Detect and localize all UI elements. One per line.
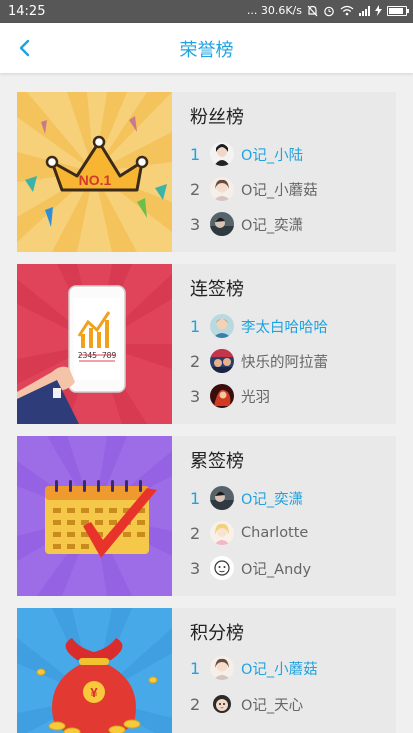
avatar (210, 656, 234, 680)
status-bar: 14:25 ... 30.6K/s (0, 0, 413, 23)
ranking-row[interactable]: 3 O记_奕潇 (190, 209, 303, 239)
avatar (210, 314, 234, 338)
yuan-symbol: ¥ (90, 685, 98, 700)
board-title: 连签榜 (190, 279, 244, 300)
notification-off-icon (307, 5, 318, 16)
ranking-row[interactable]: 1 O记_小陆 (190, 139, 303, 169)
rank-number: 1 (190, 144, 201, 164)
avatar (210, 142, 234, 166)
user-name: Charlotte (241, 525, 309, 541)
no1-badge-text: NO.1 (79, 172, 112, 188)
user-name: O记_天心 (241, 697, 304, 714)
wifi-icon (340, 5, 354, 16)
avatar (210, 177, 234, 201)
ranking-row[interactable]: 2 快乐的阿拉蕾 (190, 346, 328, 376)
ranking-row[interactable]: 1 O记_奕潇 (190, 483, 303, 513)
board-card-points[interactable]: ¥ 积分榜 1 O记_小蘑菇 2 O记_天心 (17, 608, 396, 733)
total-signin-illustration (17, 436, 172, 596)
battery-icon (387, 5, 409, 16)
rank-number: 2 (190, 179, 201, 199)
signal-icon (359, 5, 370, 16)
ranking-row[interactable]: 1 李太白哈哈哈 (190, 311, 328, 341)
page-title: 荣誉榜 (179, 40, 234, 61)
avatar (210, 212, 234, 236)
ranking-row[interactable]: 2 O记_小蘑菇 (190, 174, 318, 204)
user-name: O记_小蘑菇 (241, 182, 318, 199)
board-title: 累签榜 (190, 451, 244, 472)
rank-number: 2 (190, 351, 201, 371)
rank-number: 3 (190, 558, 201, 578)
ranking-row[interactable]: 3 光羽 (190, 381, 270, 411)
avatar (210, 521, 234, 545)
user-name: O记_奕潇 (241, 491, 304, 508)
rank-number: 1 (190, 658, 201, 678)
avatar (210, 349, 234, 373)
consecutive-signin-illustration: 2345 789 (17, 264, 172, 424)
user-name: 李太白哈哈哈 (241, 319, 328, 336)
user-name: O记_Andy (241, 561, 312, 578)
board-card-total-signin[interactable]: 累签榜 1 O记_奕潇 2 Charlotte 3 O记_Andy (17, 436, 396, 596)
rank-number: 3 (190, 386, 201, 406)
network-speed: ... 30.6K/s (246, 4, 302, 17)
nav-bar: 荣誉榜 (0, 23, 413, 73)
board-title: 粉丝榜 (190, 107, 244, 128)
avatar (210, 692, 234, 716)
board-card-consecutive-signin[interactable]: 2345 789 连签榜 1 李太白哈哈哈 2 快乐的阿拉蕾 3 光羽 (17, 264, 396, 424)
board-card-fans[interactable]: NO.1 粉丝榜 1 O记_小陆 2 O记_小蘑菇 3 O记_奕潇 (17, 92, 396, 252)
avatar (210, 384, 234, 408)
ranking-row[interactable]: 1 O记_小蘑菇 (190, 653, 318, 683)
rank-number: 2 (190, 694, 201, 714)
alarm-icon (324, 6, 334, 16)
points-board-illustration: ¥ (17, 608, 172, 733)
board-title: 积分榜 (190, 623, 244, 644)
user-name: O记_奕潇 (241, 217, 304, 234)
ranking-row[interactable]: 2 Charlotte (190, 518, 308, 548)
fans-board-illustration: NO.1 (17, 92, 172, 252)
status-time: 14:25 (8, 4, 46, 19)
avatar (210, 486, 234, 510)
rank-number: 3 (190, 214, 201, 234)
charging-icon (375, 5, 382, 16)
user-name: 光羽 (241, 389, 270, 406)
rank-number: 2 (190, 523, 201, 543)
user-name: O记_小陆 (241, 147, 304, 164)
ranking-row[interactable]: 2 O记_天心 (190, 689, 303, 719)
ranking-row[interactable]: 3 O记_Andy (190, 553, 311, 583)
user-name: O记_小蘑菇 (241, 661, 318, 678)
avatar (210, 556, 234, 580)
rank-number: 1 (190, 488, 201, 508)
user-name: 快乐的阿拉蕾 (241, 354, 328, 371)
rank-number: 1 (190, 316, 201, 336)
